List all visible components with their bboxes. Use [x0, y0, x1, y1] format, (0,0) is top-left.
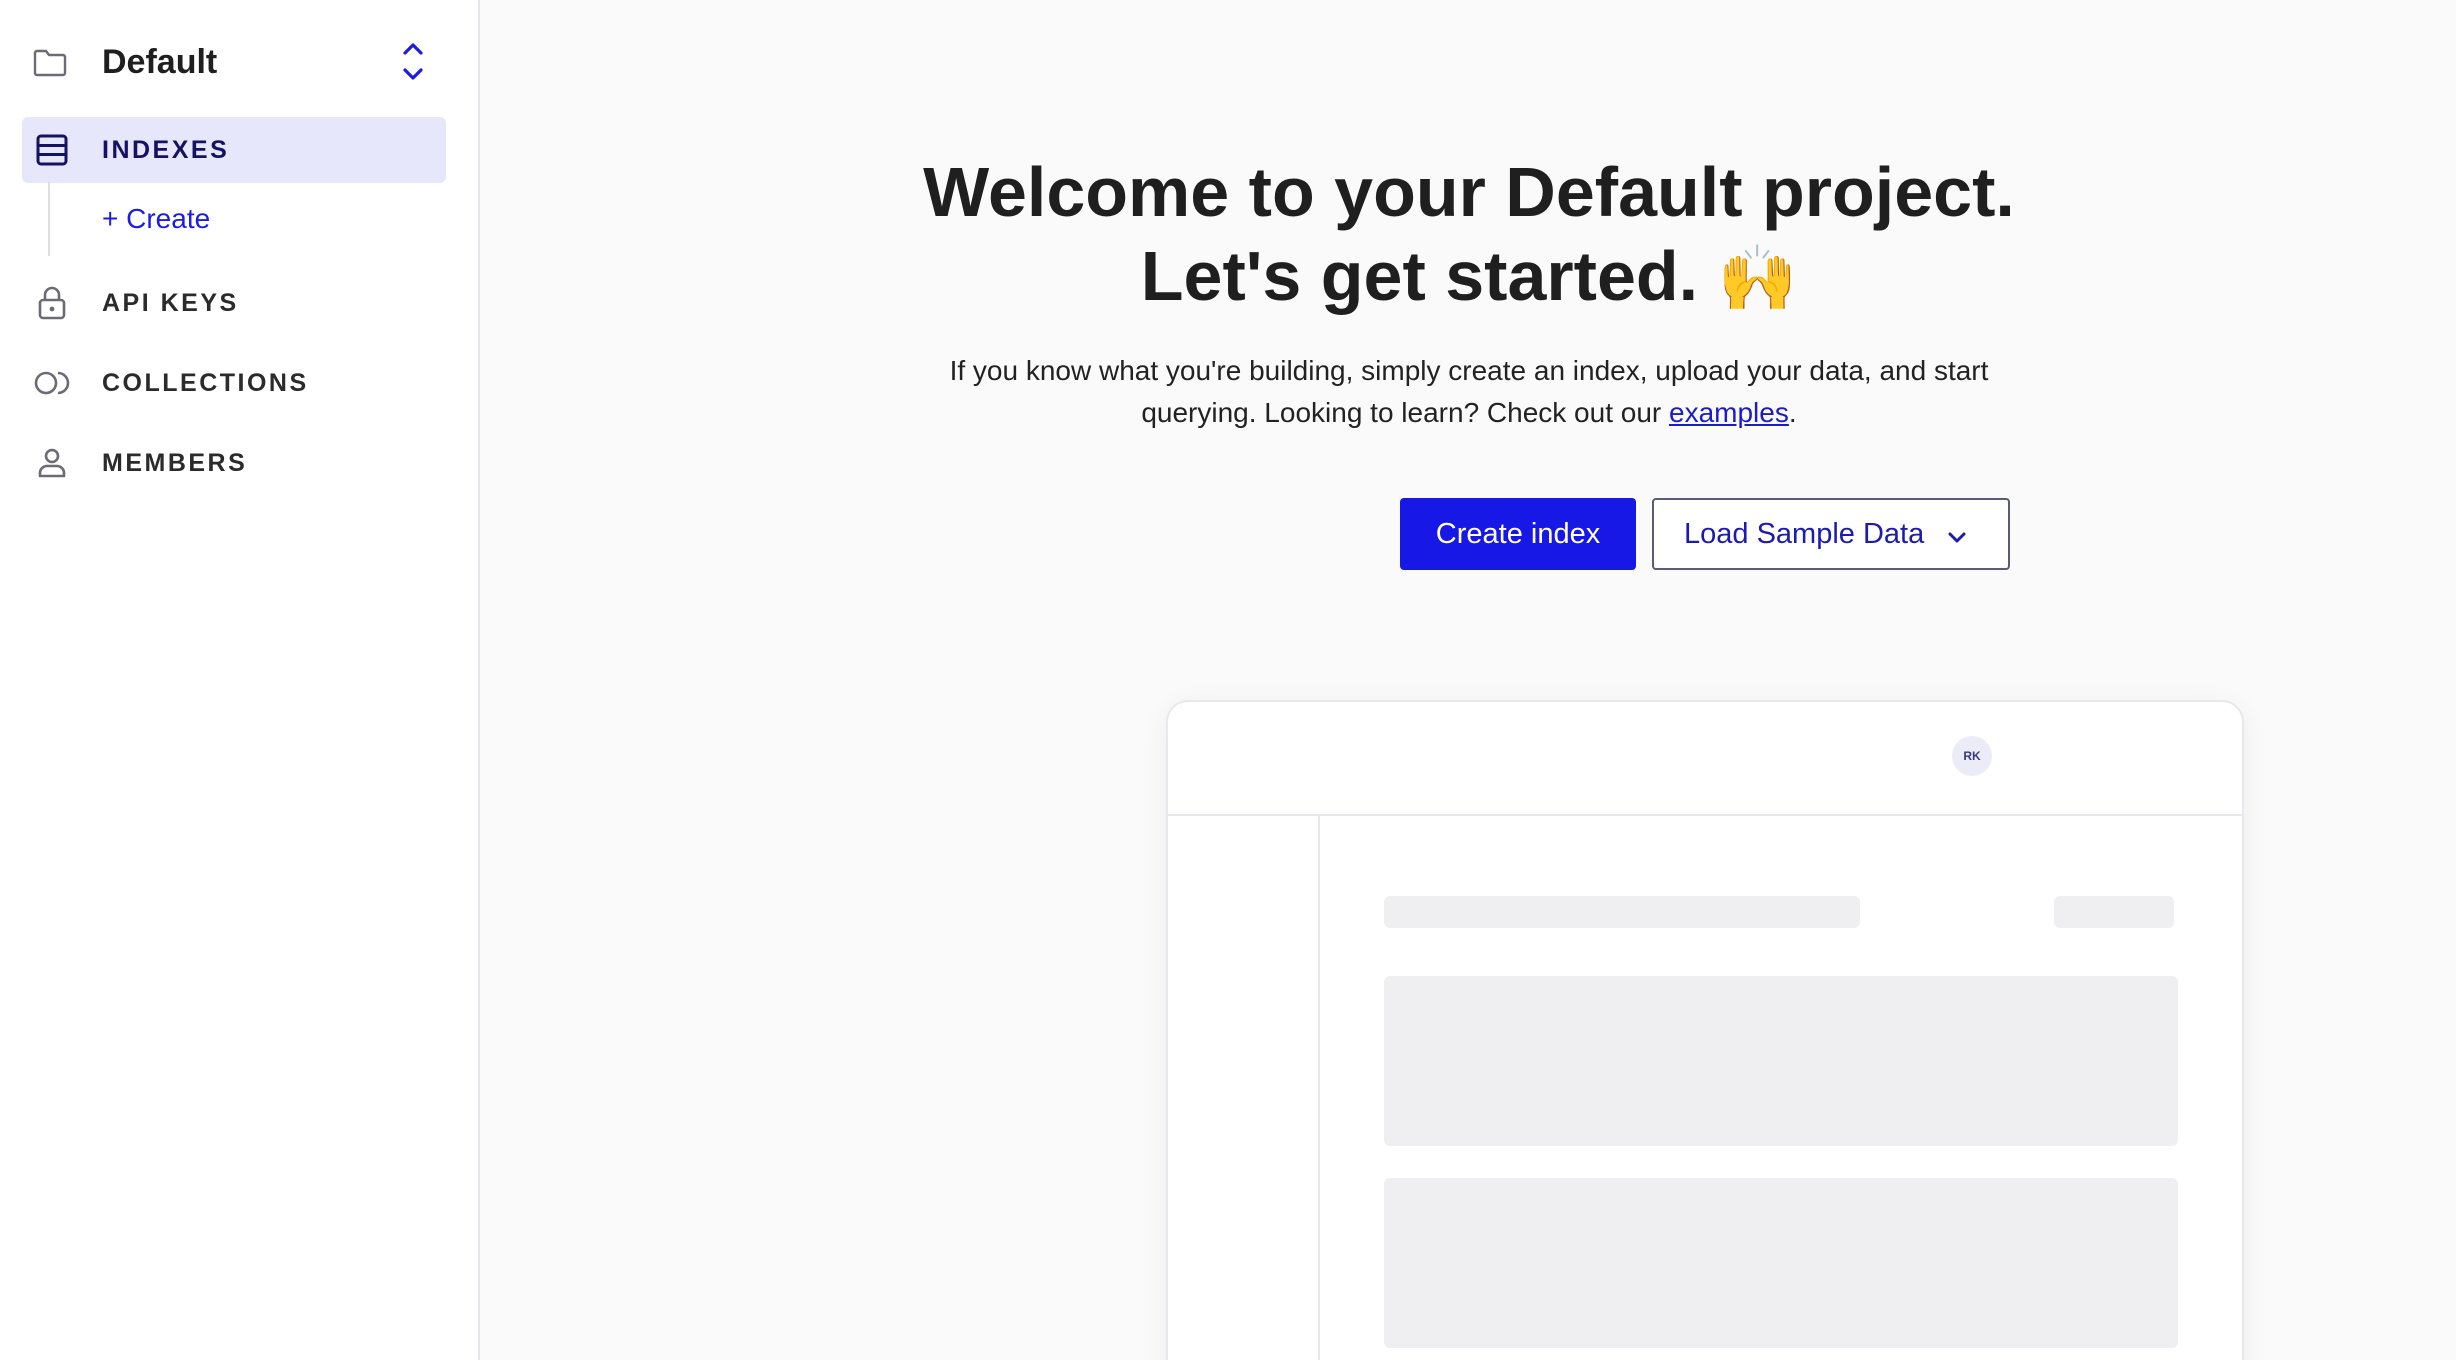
preview-header: [1168, 702, 2242, 816]
chevron-down-icon: [1948, 532, 1966, 543]
sidebar-item-label: COLLECTIONS: [102, 369, 309, 397]
sidebar-item-collections[interactable]: COLLECTIONS: [22, 350, 446, 416]
sidebar-item-label: INDEXES: [102, 136, 230, 164]
folder-icon: [33, 49, 67, 77]
skeleton-title: [1384, 896, 1860, 928]
skeleton-card: [1384, 976, 2178, 1146]
intro-text-part2: querying. Looking to learn? Check out ou…: [1141, 397, 1670, 428]
project-switcher[interactable]: Default: [0, 20, 460, 104]
examples-link[interactable]: examples: [1669, 397, 1789, 428]
page-title: Welcome to your Default project. Let's g…: [482, 150, 2456, 320]
collections-icon: [34, 371, 70, 395]
sidebar: Default INDEXES + Create API KEYS COLLEC…: [0, 0, 480, 1360]
user-icon: [38, 448, 66, 478]
database-icon: [36, 134, 68, 166]
sidebar-item-indexes[interactable]: INDEXES: [22, 117, 446, 183]
intro-text-end: .: [1788, 397, 1797, 428]
create-index-button[interactable]: Create index: [1400, 498, 1636, 570]
load-sample-data-label: Load Sample Data: [1684, 517, 1925, 550]
sidebar-item-members[interactable]: MEMBERS: [22, 430, 446, 496]
project-name: Default: [102, 43, 218, 81]
title-line-2: Let's get started.: [1140, 237, 1699, 315]
skeleton-action: [2054, 896, 2174, 928]
app-root: Default INDEXES + Create API KEYS COLLEC…: [0, 0, 2456, 1360]
load-sample-data-button[interactable]: Load Sample Data: [1652, 498, 2010, 570]
raised-hands-icon: 🙌: [1717, 242, 1798, 314]
intro-text-part1: If you know what you're building, simply…: [949, 355, 1989, 386]
lock-icon: [38, 286, 66, 320]
intro-text: If you know what you're building, simply…: [482, 350, 2456, 434]
title-line-1: Welcome to your Default project.: [923, 153, 2015, 231]
preview-illustration: [1166, 700, 2244, 1360]
sidebar-item-api-keys[interactable]: API KEYS: [22, 270, 446, 336]
preview-sidebar: [1168, 816, 1320, 1360]
create-index-link[interactable]: + Create: [102, 198, 210, 240]
sidebar-item-label: MEMBERS: [102, 449, 248, 477]
avatar: RK: [1952, 736, 1992, 776]
skeleton-card: [1384, 1178, 2178, 1348]
main-content: Welcome to your Default project. Let's g…: [482, 0, 2456, 1360]
sidebar-item-label: API KEYS: [102, 289, 239, 317]
tree-connector: [48, 182, 50, 256]
chevron-up-down-icon[interactable]: [396, 38, 430, 86]
